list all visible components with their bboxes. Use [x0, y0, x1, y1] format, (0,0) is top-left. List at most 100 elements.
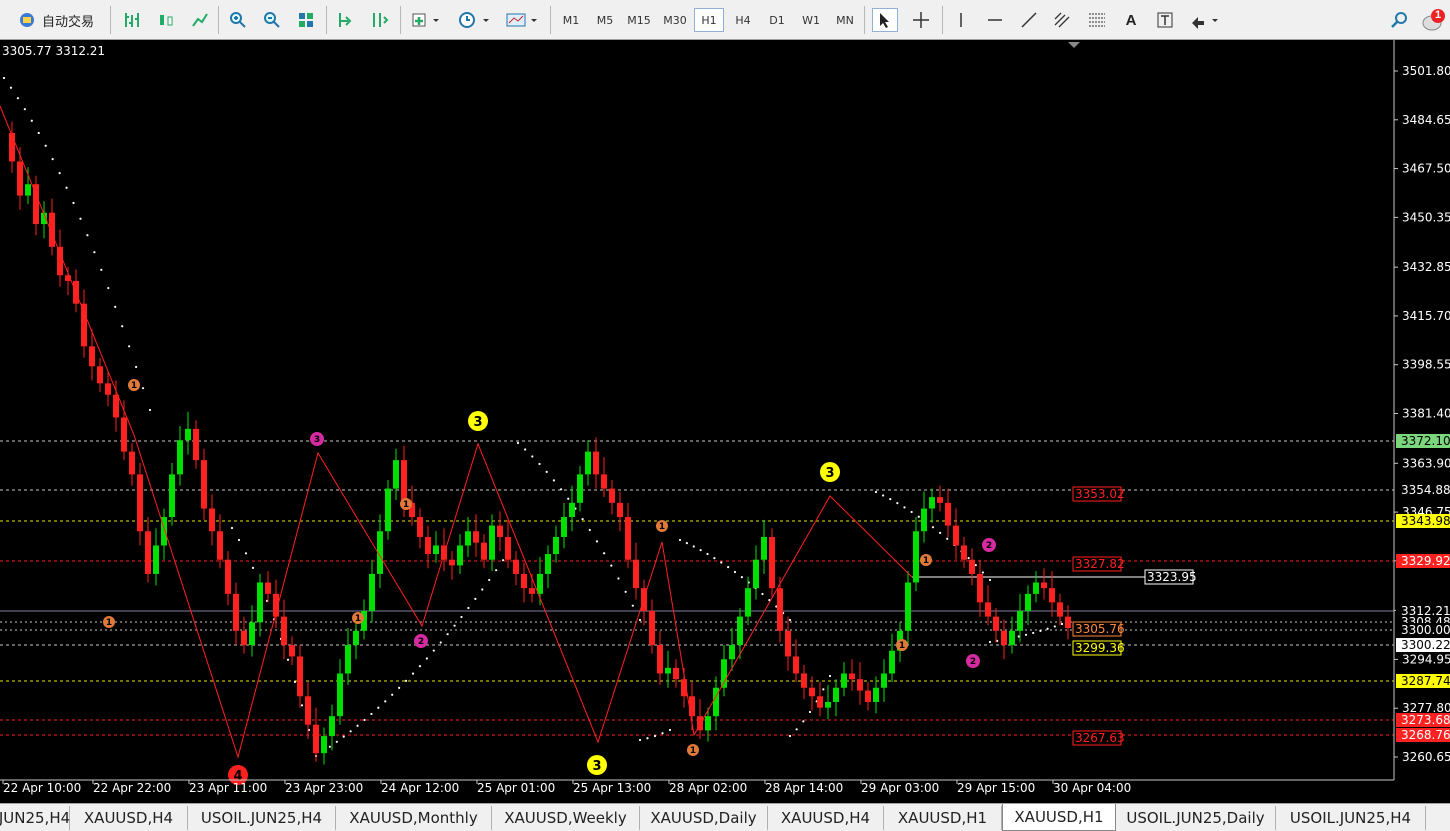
timeframe-m1-button[interactable]: M1 [556, 8, 586, 32]
candle-body [249, 622, 255, 646]
candle-body [201, 460, 207, 509]
sar-dot [293, 680, 297, 684]
sar-dot [802, 720, 805, 723]
timeframe-mn-button[interactable]: MN [830, 8, 860, 32]
level-tag-label: 3287.74 [1401, 674, 1450, 688]
fibonacci-icon[interactable] [1084, 8, 1110, 32]
tile-windows-icon[interactable] [294, 8, 318, 32]
auto-trade-icon [19, 13, 34, 27]
bar-chart-icon[interactable] [120, 8, 144, 32]
candle-body [809, 687, 815, 697]
candle-body [297, 656, 303, 697]
sar-dot [370, 712, 373, 716]
sar-dot [432, 649, 435, 652]
sar-dot [300, 704, 304, 707]
candles [9, 121, 1071, 765]
periods-menu-icon[interactable] [454, 8, 494, 32]
text-label-icon[interactable] [1152, 8, 1178, 32]
sar-dot [121, 325, 124, 328]
timeframe-w1-button[interactable]: W1 [796, 8, 826, 32]
candle-body [729, 645, 735, 660]
sar-dot [903, 506, 906, 509]
candle-body [401, 460, 407, 503]
candle-body [561, 517, 567, 537]
templates-menu-icon[interactable] [502, 8, 542, 32]
candle-body [473, 531, 479, 543]
sar-dot [720, 561, 723, 564]
search-icon[interactable] [1386, 8, 1412, 32]
candle-body [9, 133, 15, 162]
sar-dot [1032, 631, 1035, 635]
inline-label-text: 3305.76 [1075, 622, 1125, 636]
sar-dot [58, 172, 61, 175]
chart-tab[interactable]: XAUUSD,Daily [640, 806, 768, 830]
arrows-menu-icon[interactable] [1186, 8, 1224, 32]
sar-dot [86, 234, 89, 237]
timeframe-d1-button[interactable]: D1 [762, 8, 792, 32]
price-chart[interactable]: 1311231313121214 3353.02 3327.82 3323.95 33… [0, 40, 1450, 803]
time-tick-label: 23 Apr 11:00 [189, 781, 267, 795]
chart-tab[interactable]: USOIL.JUN25,H4 [1276, 806, 1426, 830]
timeframe-h1-button[interactable]: H1 [694, 8, 724, 32]
chart-tab[interactable]: XAUUSD,H1 [884, 806, 1002, 830]
level-tag-label: 3329.92 [1401, 554, 1450, 568]
candle-body [1057, 602, 1063, 617]
chart-tab[interactable]: JUN25,H4 [0, 806, 70, 830]
vertical-line-icon[interactable] [950, 8, 972, 32]
auto-trade-label: 自动交易 [41, 13, 94, 29]
candle-body [1033, 582, 1039, 594]
crosshair-icon[interactable] [908, 8, 934, 32]
zoom-in-icon[interactable] [226, 8, 250, 32]
chart-tab[interactable]: XAUUSD,H1 [1002, 804, 1116, 831]
candle-body [873, 687, 879, 702]
sar-dot [685, 542, 688, 545]
equidistant-channel-icon[interactable] [1050, 8, 1076, 32]
auto-trade-button[interactable]: 自动交易 [10, 8, 102, 32]
chart-tab[interactable]: USOIL.JUN25,H4 [188, 806, 336, 830]
notifications-icon[interactable]: 1 [1420, 8, 1448, 32]
candle-body [737, 616, 743, 646]
zoom-out-icon[interactable] [260, 8, 284, 32]
scroll-chart-icon[interactable] [334, 8, 358, 32]
sar-dot [603, 552, 606, 555]
timeframe-h4-button[interactable]: H4 [728, 8, 758, 32]
price-tick-label: 3467.50 [1402, 162, 1450, 176]
sar-dot [896, 502, 899, 505]
candle-body [521, 573, 527, 589]
chart-shift-icon[interactable] [368, 8, 392, 32]
horizontal-line-icon[interactable] [982, 8, 1008, 32]
trendline-icon[interactable] [1016, 8, 1042, 32]
time-tick-label: 22 Apr 10:00 [3, 781, 81, 795]
sar-dot [335, 740, 338, 743]
candle-body [545, 554, 551, 574]
candle-body [1009, 630, 1015, 646]
sar-dot [467, 606, 470, 610]
sar-dot [889, 498, 892, 501]
chart-tab[interactable]: XAUUSD,H4 [768, 806, 884, 830]
text-tool-icon[interactable]: A [1118, 8, 1144, 32]
chart-tab[interactable]: XAUUSD,Monthly [336, 806, 492, 830]
indicators-menu-icon[interactable] [408, 8, 444, 32]
candle-body [905, 582, 911, 631]
chart-tab[interactable]: XAUUSD,H4 [70, 806, 188, 830]
wave-marker-label: 1 [923, 556, 929, 566]
candle-body [265, 582, 271, 594]
timeframe-m30-button[interactable]: M30 [660, 8, 690, 32]
notification-count: 1 [1435, 9, 1442, 21]
candlestick-chart-icon[interactable] [154, 8, 178, 32]
chart-tab[interactable]: USOIL.JUN25,Daily [1116, 806, 1276, 830]
price-tick-label: 3398.55 [1402, 358, 1450, 372]
candle-body [753, 559, 759, 589]
cursor-icon[interactable] [872, 8, 898, 32]
sar-dot [713, 557, 716, 560]
timeframe-m5-button[interactable]: M5 [590, 8, 620, 32]
sar-dot [631, 604, 634, 607]
wave-marker-label: 1 [131, 381, 137, 391]
chart-tab[interactable]: XAUUSD,Weekly [492, 806, 640, 830]
candle-body [777, 588, 783, 631]
candle-body [417, 517, 423, 537]
candle-body [241, 630, 247, 646]
line-chart-icon[interactable] [188, 8, 212, 32]
timeframe-m15-button[interactable]: M15 [624, 8, 654, 32]
candle-body [209, 508, 215, 532]
